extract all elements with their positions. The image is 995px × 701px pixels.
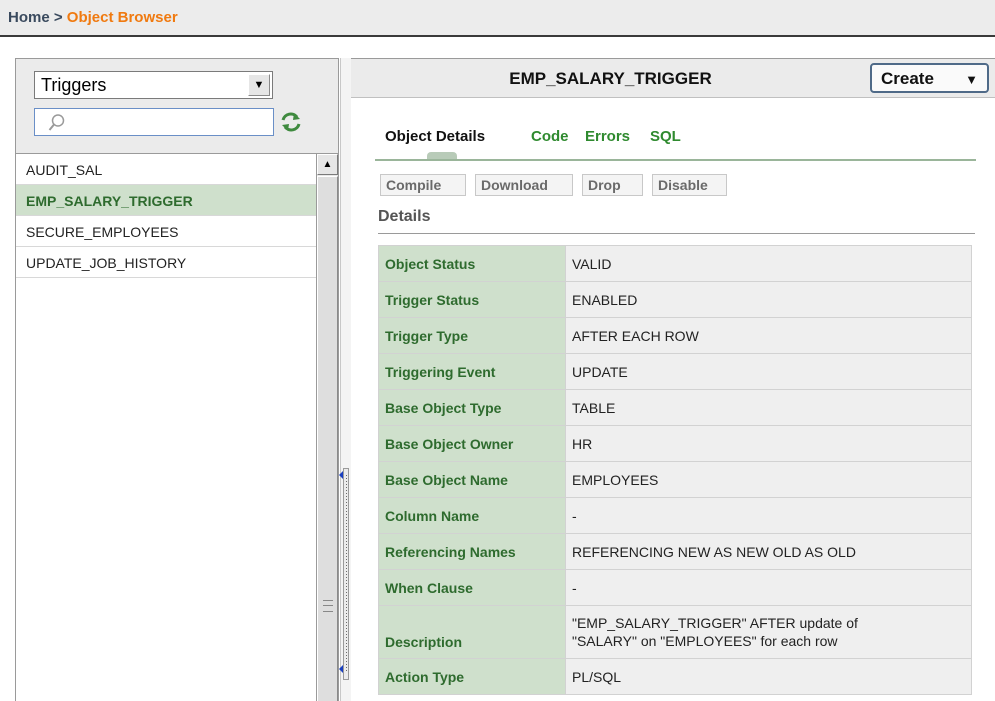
object-title: EMP_SALARY_TRIGGER <box>509 69 712 88</box>
object-list-panel: Triggers ▼ AUDIT_SAL EMP_SALARY_TRIGGER … <box>15 58 339 701</box>
object-header: EMP_SALARY_TRIGGER Create ▼ <box>351 58 995 98</box>
tab-errors[interactable]: Errors <box>585 128 630 145</box>
drop-button[interactable]: Drop <box>582 174 643 196</box>
detail-value: - <box>565 497 972 534</box>
table-row: Base Object Name EMPLOYEES <box>378 461 972 498</box>
panel-splitter[interactable] <box>339 58 351 701</box>
table-row: Triggering Event UPDATE <box>378 353 972 390</box>
detail-value: TABLE <box>565 389 972 426</box>
detail-value: UPDATE <box>565 353 972 390</box>
tab-code[interactable]: Code <box>531 128 569 145</box>
detail-label: Action Type <box>378 658 566 695</box>
list-item[interactable]: AUDIT_SAL <box>16 154 316 185</box>
collapse-left-icon[interactable] <box>339 665 343 673</box>
tab-divider <box>375 159 976 161</box>
active-tab-indicator <box>427 152 457 159</box>
table-row: Base Object Type TABLE <box>378 389 972 426</box>
chevron-down-icon[interactable]: ▼ <box>248 74 270 96</box>
detail-label: Object Status <box>378 245 566 282</box>
grip-icon <box>323 600 333 612</box>
table-row: When Clause - <box>378 569 972 606</box>
table-row: Object Status VALID <box>378 245 972 282</box>
detail-label: Column Name <box>378 497 566 534</box>
detail-value: HR <box>565 425 972 462</box>
table-row: Action Type PL/SQL <box>378 658 972 695</box>
detail-value: - <box>565 569 972 606</box>
search-input[interactable] <box>34 108 274 136</box>
object-type-select[interactable]: Triggers ▼ <box>34 71 273 99</box>
list-item-selected[interactable]: EMP_SALARY_TRIGGER <box>16 185 316 216</box>
scroll-thumb[interactable] <box>317 176 338 701</box>
create-button-label: Create <box>881 69 934 88</box>
object-type-value: Triggers <box>41 75 107 95</box>
collapse-left-icon[interactable] <box>339 471 343 479</box>
table-row: Trigger Status ENABLED <box>378 281 972 318</box>
tab-object-details[interactable]: Object Details <box>385 128 485 145</box>
detail-label: Trigger Status <box>378 281 566 318</box>
detail-label: Triggering Event <box>378 353 566 390</box>
table-row: Referencing Names REFERENCING NEW AS NEW … <box>378 533 972 570</box>
magnifier-icon <box>48 114 65 131</box>
description-line: "EMP_SALARY_TRIGGER" AFTER update of <box>572 615 858 631</box>
create-button[interactable]: Create ▼ <box>870 63 989 93</box>
detail-value: AFTER EACH ROW <box>565 317 972 354</box>
details-heading: Details <box>378 208 975 234</box>
detail-label: Trigger Type <box>378 317 566 354</box>
detail-value: "EMP_SALARY_TRIGGER" AFTER update of "SA… <box>565 605 972 659</box>
tab-sql[interactable]: SQL <box>650 128 681 145</box>
object-list-header: Triggers ▼ <box>16 59 338 154</box>
detail-value: EMPLOYEES <box>565 461 972 498</box>
refresh-icon[interactable] <box>280 111 302 133</box>
detail-label: Base Object Owner <box>378 425 566 462</box>
table-row: Column Name - <box>378 497 972 534</box>
splitter-handle[interactable] <box>339 468 349 680</box>
list-item[interactable]: SECURE_EMPLOYEES <box>16 216 316 247</box>
object-list: AUDIT_SAL EMP_SALARY_TRIGGER SECURE_EMPL… <box>16 154 316 278</box>
description-line: "SALARY" on "EMPLOYEES" for each row <box>572 633 838 649</box>
triangle-down-icon: ▼ <box>965 72 978 87</box>
detail-label: Base Object Type <box>378 389 566 426</box>
table-row: Trigger Type AFTER EACH ROW <box>378 317 972 354</box>
detail-label: When Clause <box>378 569 566 606</box>
breadcrumb: Home > Object Browser <box>0 0 995 37</box>
table-row: Description "EMP_SALARY_TRIGGER" AFTER u… <box>378 605 972 659</box>
detail-value: VALID <box>565 245 972 282</box>
compile-button[interactable]: Compile <box>380 174 466 196</box>
breadcrumb-home[interactable]: Home <box>8 9 50 26</box>
details-table: Object Status VALID Trigger Status ENABLED… <box>378 245 972 695</box>
list-item[interactable]: UPDATE_JOB_HISTORY <box>16 247 316 278</box>
detail-value: REFERENCING NEW AS NEW OLD AS OLD <box>565 533 972 570</box>
disable-button[interactable]: Disable <box>652 174 727 196</box>
detail-value: ENABLED <box>565 281 972 318</box>
detail-label: Referencing Names <box>378 533 566 570</box>
detail-label: Description <box>378 605 566 659</box>
breadcrumb-separator: > <box>53 9 63 26</box>
download-button[interactable]: Download <box>475 174 573 196</box>
detail-label: Base Object Name <box>378 461 566 498</box>
breadcrumb-current: Object Browser <box>66 9 178 26</box>
list-scrollbar[interactable]: ▲ <box>316 154 338 701</box>
table-row: Base Object Owner HR <box>378 425 972 462</box>
scroll-up-icon[interactable]: ▲ <box>317 154 338 175</box>
detail-value: PL/SQL <box>565 658 972 695</box>
